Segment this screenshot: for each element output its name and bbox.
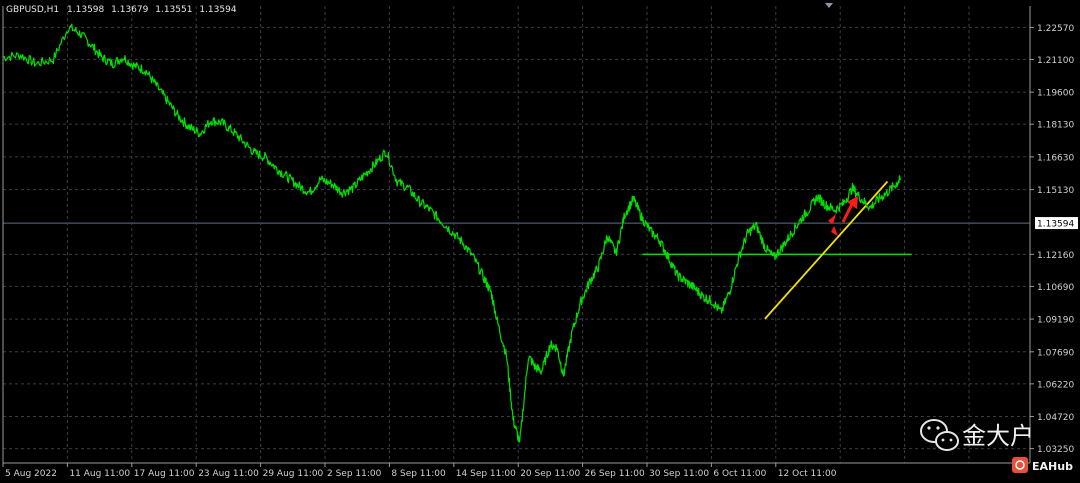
x-tick-label: 17 Aug 11:00 — [134, 469, 195, 479]
x-tick-label: 23 Aug 11:00 — [198, 469, 259, 479]
chart-header: GBPUSD,H1 1.13598 1.13679 1.13551 1.1359… — [6, 5, 237, 15]
symbol-label: GBPUSD,H1 — [6, 5, 59, 15]
open-value: 1.13598 — [67, 5, 104, 15]
close-value: 1.13594 — [199, 5, 236, 15]
y-tick-label: 1.04720 — [1037, 413, 1074, 423]
y-tick-label: 1.18130 — [1037, 121, 1074, 131]
x-tick-label: 30 Sep 11:00 — [649, 469, 709, 479]
x-tick-label: 20 Sep 11:00 — [520, 469, 580, 479]
current-price-label: 1.13594 — [1037, 220, 1074, 230]
y-tick-label: 1.22570 — [1037, 24, 1074, 34]
x-tick-label: 29 Aug 11:00 — [263, 469, 324, 479]
y-tick-label: 1.06220 — [1037, 380, 1074, 390]
x-tick-label: 5 Aug 2022 — [5, 469, 57, 479]
x-tick-label: 26 Sep 11:00 — [585, 469, 645, 479]
x-tick-label: 14 Sep 11:00 — [456, 469, 516, 479]
price-chart[interactable]: 1.22570 1.21100 1.19600 1.18130 1.16630 1.151… — [0, 0, 1080, 483]
x-tick-label: 11 Aug 11:00 — [69, 469, 130, 479]
y-tick-label: 1.07690 — [1037, 348, 1074, 358]
y-tick-label: 1.21100 — [1037, 56, 1074, 66]
y-tick-label: 1.16630 — [1037, 153, 1074, 163]
x-tick-label: 6 Oct 11:00 — [713, 469, 766, 479]
chart-background — [0, 0, 1080, 483]
y-tick-label: 1.15130 — [1037, 186, 1074, 196]
eahub-badge-icon — [1012, 457, 1028, 473]
y-tick-label: 1.03250 — [1037, 445, 1074, 455]
y-tick-label: 1.09190 — [1037, 316, 1074, 326]
x-tick-label: 2 Sep 11:00 — [327, 469, 382, 479]
high-value: 1.13679 — [111, 5, 148, 15]
y-tick-label: 1.12160 — [1037, 251, 1074, 261]
y-tick-label: 1.10690 — [1037, 283, 1074, 293]
watermark-badge: EAHub — [1032, 460, 1073, 473]
watermark-name: 金大户 — [962, 422, 1034, 450]
low-value: 1.13551 — [155, 5, 192, 15]
x-tick-label: 12 Oct 11:00 — [778, 469, 837, 479]
x-tick-label: 8 Sep 11:00 — [391, 469, 446, 479]
y-tick-label: 1.19600 — [1037, 89, 1074, 99]
